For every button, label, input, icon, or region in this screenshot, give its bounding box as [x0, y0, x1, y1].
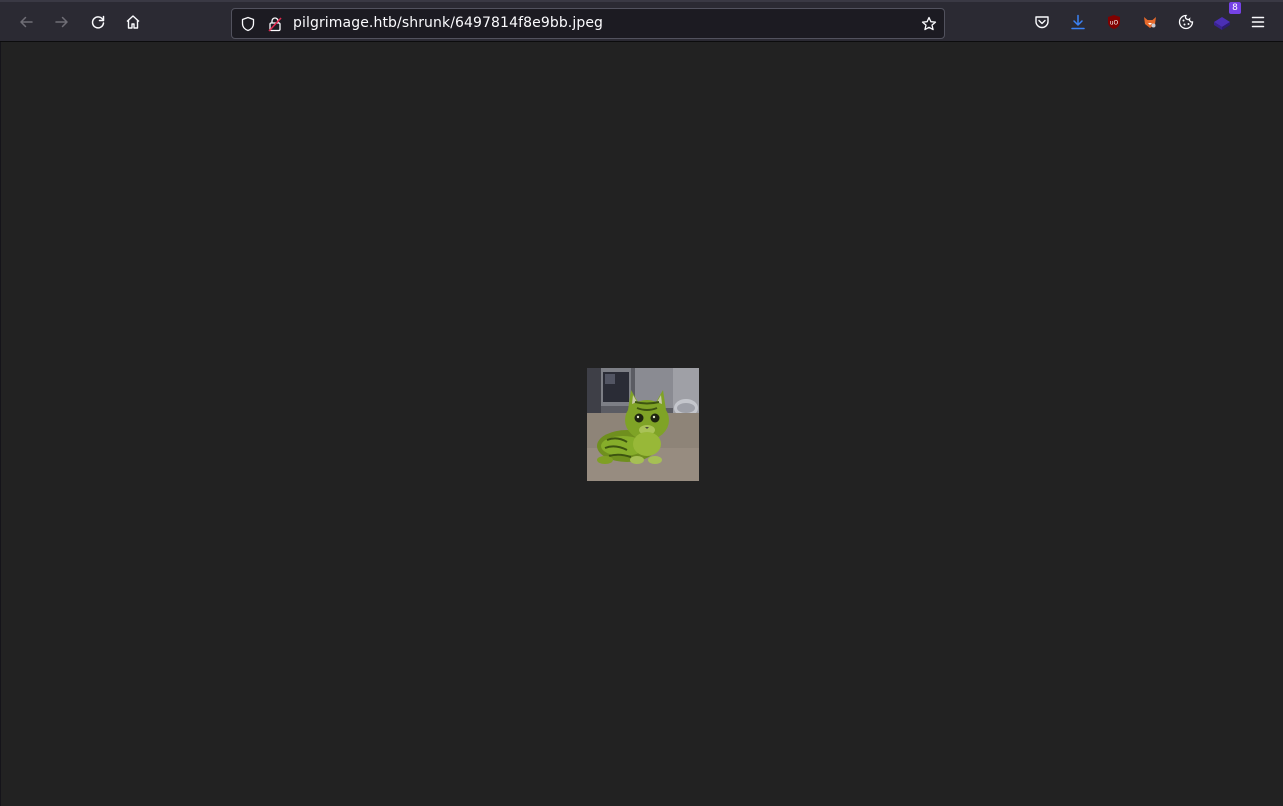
cookie-editor-button[interactable]: [1172, 8, 1200, 36]
back-button[interactable]: [12, 8, 40, 36]
reload-icon: [91, 15, 105, 29]
home-icon: [126, 15, 140, 29]
cookie-icon: [1178, 14, 1194, 30]
downloads-button[interactable]: [1064, 8, 1092, 36]
foxyproxy-button[interactable]: [1136, 8, 1164, 36]
pocket-icon: [1035, 16, 1049, 29]
arrow-right-icon: [55, 16, 68, 28]
extension-badge: 8: [1229, 2, 1241, 14]
browser-window: pilgrimage.htb/shrunk/6497814f8e9bb.jpeg…: [0, 0, 1283, 806]
home-button[interactable]: [119, 8, 147, 36]
download-icon: [1071, 14, 1085, 30]
shield-icon[interactable]: [240, 16, 256, 32]
extension-button[interactable]: 8: [1208, 2, 1241, 36]
ublock-button[interactable]: uO: [1100, 8, 1128, 36]
shrunk-image[interactable]: [587, 368, 699, 481]
forward-button[interactable]: [48, 8, 76, 36]
extension-icon: [1214, 17, 1230, 30]
url-text[interactable]: pilgrimage.htb/shrunk/6497814f8e9bb.jpeg: [293, 15, 603, 31]
arrow-left-icon: [20, 16, 33, 28]
svg-text:uO: uO: [1110, 20, 1119, 27]
app-menu-button[interactable]: [1244, 8, 1272, 36]
navigation-toolbar: pilgrimage.htb/shrunk/6497814f8e9bb.jpeg…: [0, 0, 1283, 42]
pocket-button[interactable]: [1028, 8, 1056, 36]
star-icon[interactable]: [921, 16, 937, 32]
reload-button[interactable]: [84, 8, 112, 36]
insecure-lock-icon[interactable]: [267, 16, 283, 32]
fox-icon: [1144, 17, 1156, 28]
hamburger-menu-icon: [1251, 16, 1265, 28]
cat-photo: [587, 368, 699, 481]
ublock-icon: uO: [1108, 15, 1120, 29]
url-bar[interactable]: pilgrimage.htb/shrunk/6497814f8e9bb.jpeg: [231, 8, 945, 39]
image-viewer-content: [0, 42, 1283, 806]
